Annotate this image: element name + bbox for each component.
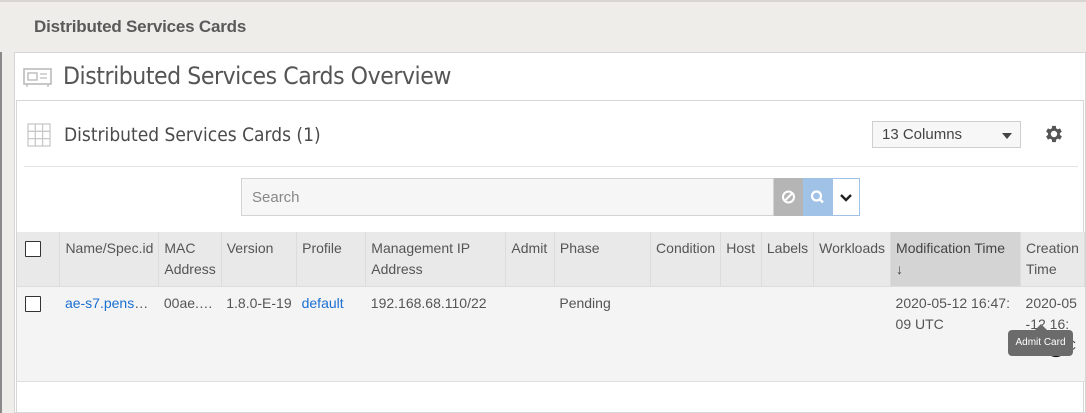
overview-panel: Distributed Services Cards Overview Dist… [14,52,1086,413]
cell-workloads [813,286,891,382]
chevron-down-icon [1002,133,1012,139]
clear-search-button[interactable] [774,178,803,216]
profile-link[interactable]: default [302,295,344,311]
cell-phase: Pending [554,286,651,382]
columns-select[interactable]: 13 Columns [872,121,1021,148]
row-select-cell [17,286,60,382]
window-edge [0,0,2,413]
col-workloads[interactable]: Workloads [813,232,892,287]
divider [24,166,1078,167]
col-profile[interactable]: Profile [296,232,367,287]
search-options-button[interactable] [832,178,860,216]
cell-host [720,286,762,382]
table-title: Distributed Services Cards (1) [64,124,321,146]
table-header-row: Name/Spec.id MAC Address Version Profile… [17,232,1085,287]
cell-version: 1.8.0-E-19 [221,286,297,382]
cell-mgmt-ip: 192.168.68.110/22 [365,286,506,382]
col-labels[interactable]: Labels [761,232,815,287]
select-all-cell [17,232,61,287]
col-creation-time[interactable]: Creation Time [1020,232,1085,287]
col-phase[interactable]: Phase [554,232,652,287]
select-all-checkbox[interactable] [25,241,41,257]
search-button[interactable] [803,178,832,216]
dsc-table: Name/Spec.id MAC Address Version Profile… [17,232,1085,382]
col-mgmt-ip[interactable]: Management IP Address [365,232,507,287]
top-bar: Distributed Services Cards [0,0,1086,52]
col-name[interactable]: Name/Spec.id [59,232,160,287]
clear-icon [782,190,795,204]
gear-icon[interactable] [1043,123,1065,145]
dsc-name-link[interactable]: ae-s7.pensa… [65,295,156,311]
col-admit[interactable]: Admit [505,232,555,287]
cell-mac: 00ae.… [158,286,222,382]
table-row: ae-s7.pensa… 00ae.… 1.8.0-E-19 default 1… [17,286,1085,382]
search-icon [810,190,824,204]
cell-profile: default [296,286,366,382]
col-modification-time[interactable]: Modification Time ↓ [890,232,1022,287]
grid-icon [27,123,51,147]
col-host[interactable]: Host [720,232,762,287]
row-checkbox[interactable] [25,296,41,312]
chevron-down-icon [840,194,852,202]
search-placeholder: Search [252,189,300,206]
col-mac[interactable]: MAC Address [158,232,222,287]
overview-title: Distributed Services Cards Overview [63,62,451,90]
columns-select-value: 13 Columns [882,126,963,143]
dsc-table-card: Distributed Services Cards (1) 13 Column… [16,100,1085,413]
cell-condition [650,286,721,382]
sort-desc-icon: ↓ [896,261,904,277]
app-title: Distributed Services Cards [34,17,247,36]
admit-card-tooltip: Admit Card [1008,324,1073,356]
col-condition[interactable]: Condition [650,232,722,287]
card-icon [23,68,52,87]
col-version[interactable]: Version [221,232,298,287]
cell-name: ae-s7.pensa… [59,286,159,382]
cell-admit [505,286,555,382]
col-modification-time-label: Modification Time [896,240,1005,256]
cell-modification-time: 2020-05-12 16:47:09 UTC [890,286,1021,382]
search-input[interactable]: Search [241,178,774,216]
cell-labels [761,286,814,382]
